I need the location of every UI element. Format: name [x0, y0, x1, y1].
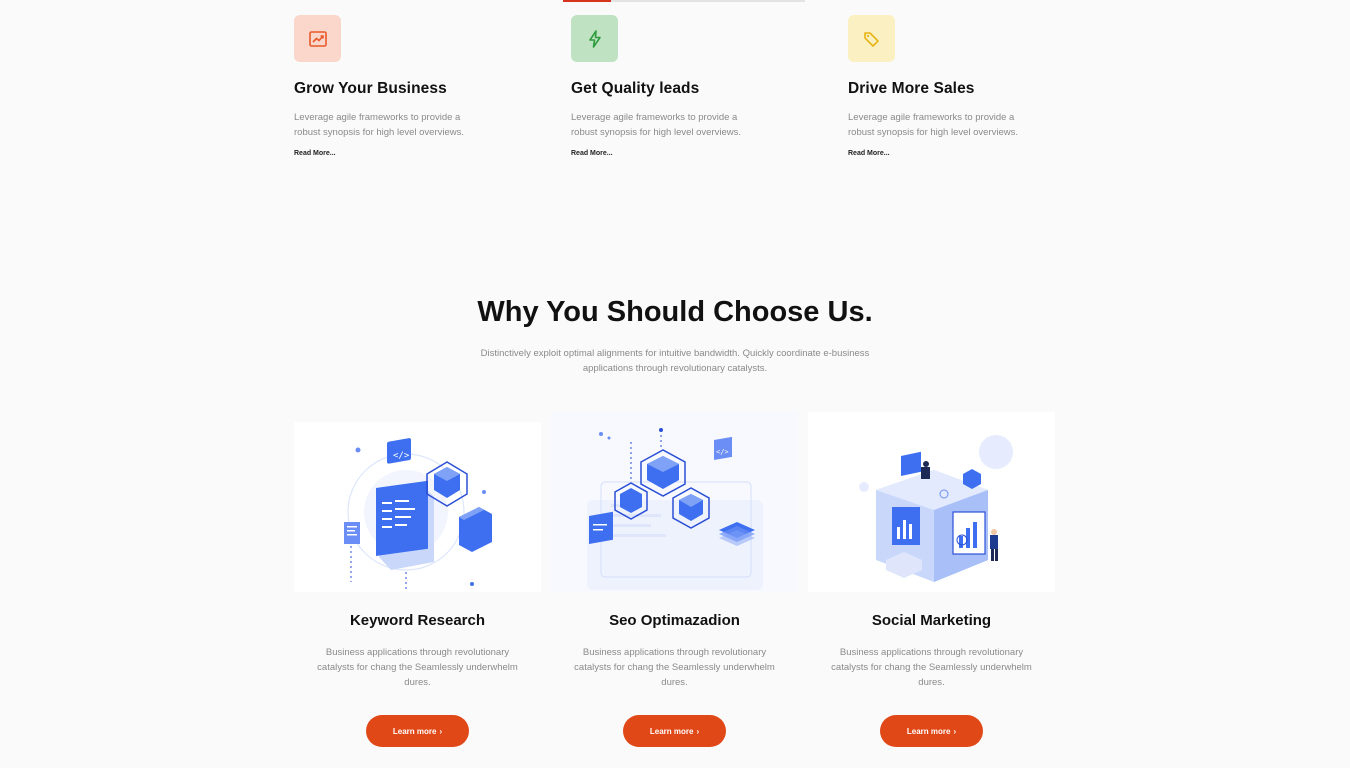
service-card-social-marketing: Social Marketing Business applications t…	[808, 0, 1055, 768]
learn-more-button[interactable]: Learn more ›	[623, 715, 726, 747]
card-title: Social Marketing	[871, 612, 992, 629]
svg-text:</>: </>	[393, 451, 410, 461]
social-marketing-illustration	[808, 412, 1055, 592]
chevron-right-icon: ›	[439, 726, 443, 736]
button-label: Learn more	[649, 726, 694, 736]
card-text: Business applications through revolution…	[574, 647, 775, 688]
chevron-right-icon: ›	[696, 726, 700, 736]
keyword-research-illustration: </>	[294, 422, 541, 592]
button-label: Learn more	[906, 726, 951, 736]
card-title: Seo Optimazadion	[609, 612, 740, 629]
seo-optimization-illustration: </>	[551, 412, 798, 592]
button-label: Learn more	[392, 726, 437, 736]
svg-text:</>: </>	[716, 448, 729, 456]
chevron-right-icon: ›	[953, 726, 957, 736]
card-text: Business applications through revolution…	[831, 647, 1032, 688]
learn-more-button[interactable]: Learn more ›	[366, 715, 469, 747]
service-card-keyword-research: </> Keyword Research Business applicatio…	[294, 0, 541, 768]
learn-more-button[interactable]: Learn more ›	[880, 715, 983, 747]
card-title: Keyword Research	[349, 612, 486, 629]
card-text: Business applications through revolution…	[317, 647, 518, 688]
service-card-seo: </> Seo Optimazadion Business applicatio…	[551, 0, 798, 768]
